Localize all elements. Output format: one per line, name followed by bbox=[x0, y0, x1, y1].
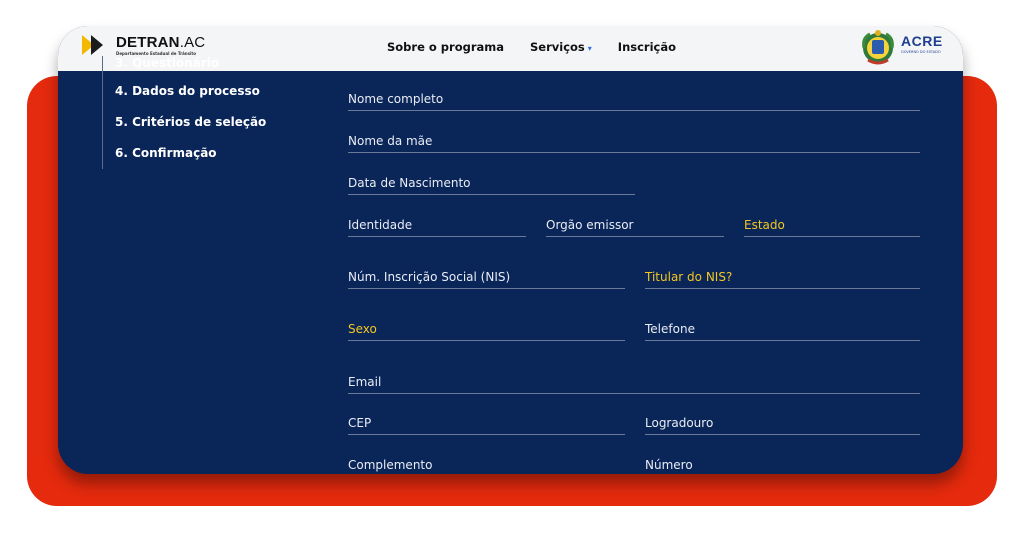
nome-completo-field[interactable]: Nome completo bbox=[348, 92, 920, 111]
nis-field[interactable]: Núm. Inscrição Social (NIS) bbox=[348, 270, 625, 289]
nav-link-servicos[interactable]: Serviços ▾ bbox=[530, 40, 592, 54]
logradouro-field[interactable]: Logradouro bbox=[645, 416, 920, 435]
orgao-emissor-field[interactable]: Orgão emissor bbox=[546, 218, 724, 237]
nome-mae-field[interactable]: Nome da mãe bbox=[348, 134, 920, 153]
state-seal-icon bbox=[862, 30, 894, 65]
nav-menu: Sobre o programa Serviços ▾ Inscrição bbox=[387, 40, 702, 54]
telefone-field[interactable]: Telefone bbox=[645, 322, 920, 341]
chevron-logo-icon bbox=[82, 33, 112, 57]
step-confirmacao[interactable]: 6. Confirmação bbox=[115, 138, 302, 169]
nav-link-inscricao[interactable]: Inscrição bbox=[618, 40, 676, 54]
estado-select[interactable]: Estado bbox=[744, 218, 920, 237]
detran-logo[interactable]: DETRAN.AC Departamento Estadual de Trâns… bbox=[82, 33, 205, 57]
logo-title: DETRAN.AC bbox=[116, 33, 206, 51]
complemento-field[interactable]: Complemento bbox=[348, 458, 625, 474]
step-criterios-selecao[interactable]: 5. Critérios de seleção bbox=[115, 107, 302, 138]
step-questionario[interactable]: 3. Questionário bbox=[115, 56, 302, 76]
data-nascimento-field[interactable]: Data de Nascimento bbox=[348, 176, 635, 195]
stage: DETRAN.AC Departamento Estadual de Trâns… bbox=[0, 0, 1024, 536]
email-field[interactable]: Email bbox=[348, 375, 920, 394]
cep-field[interactable]: CEP bbox=[348, 416, 625, 435]
gov-acre-logo: ACRE GOVERNO DO ESTADO bbox=[901, 33, 943, 54]
steps-sidebar: 3. Questionário 4. Dados do processo 5. … bbox=[102, 56, 302, 169]
numero-field[interactable]: Número bbox=[645, 458, 920, 474]
titular-nis-select[interactable]: Titular do NIS? bbox=[645, 270, 920, 289]
sexo-select[interactable]: Sexo bbox=[348, 322, 625, 341]
step-dados-processo[interactable]: 4. Dados do processo bbox=[115, 76, 302, 107]
browser-window: DETRAN.AC Departamento Estadual de Trâns… bbox=[58, 26, 963, 474]
nav-link-sobre[interactable]: Sobre o programa bbox=[387, 40, 504, 54]
chevron-down-icon: ▾ bbox=[587, 44, 592, 53]
identidade-field[interactable]: Identidade bbox=[348, 218, 526, 237]
logo-subtitle: Departamento Estadual de Trânsito bbox=[116, 50, 197, 56]
